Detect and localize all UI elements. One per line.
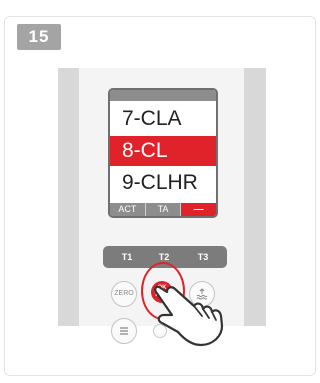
softkey-bar: ACT TA — xyxy=(110,203,216,216)
device-screen: 7-CLA 8-CL 9-CLHR ACT TA — xyxy=(108,88,218,218)
menu-button[interactable] xyxy=(111,318,137,344)
t3-button[interactable]: T3 xyxy=(179,246,227,268)
menu-item-8-cl-selected[interactable]: 8-CL xyxy=(110,136,216,166)
step-number-badge: 15 xyxy=(17,24,61,50)
softkey-ta[interactable]: TA xyxy=(146,203,182,216)
menu-item-7-cla[interactable]: 7-CLA xyxy=(110,104,216,134)
softkey-act[interactable]: ACT xyxy=(110,203,146,216)
softkey-dash[interactable]: — xyxy=(181,203,216,216)
screen-header-bar xyxy=(110,90,216,101)
zero-button[interactable]: ZERO xyxy=(111,281,137,307)
pointing-hand-icon xyxy=(154,285,224,347)
menu-item-9-clhr[interactable]: 9-CLHR xyxy=(110,168,216,198)
menu-lines-icon xyxy=(120,327,128,335)
